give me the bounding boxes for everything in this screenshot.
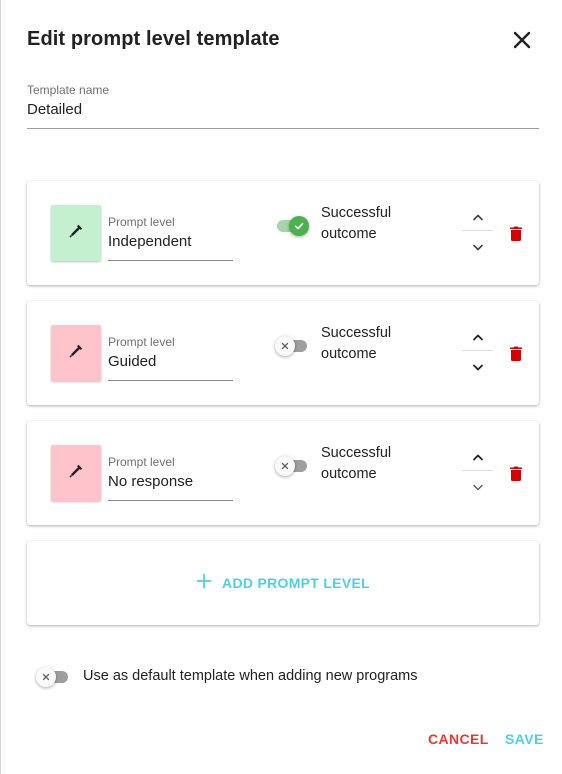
prompt-level-label: Prompt level — [108, 455, 175, 469]
prompt-level-field[interactable]: Prompt level No response — [108, 455, 233, 501]
delete-icon[interactable] — [506, 222, 526, 244]
prompt-level-field[interactable]: Prompt level Independent — [108, 215, 233, 261]
reorder-controls — [462, 323, 493, 385]
close-icon[interactable] — [509, 27, 535, 53]
prompt-level-field[interactable]: Prompt level Guided — [108, 335, 233, 381]
x-icon — [36, 667, 56, 687]
chevron-up-icon[interactable] — [462, 323, 493, 351]
delete-icon[interactable] — [506, 462, 526, 484]
x-icon — [275, 456, 295, 476]
color-picker-button[interactable] — [51, 325, 101, 381]
successful-outcome-label: Successful outcome — [321, 205, 392, 242]
default-template-toggle[interactable] — [36, 666, 70, 688]
prompt-level-card: Prompt level Independent Successful outc… — [27, 181, 539, 285]
prompt-level-card: Prompt level Guided Successful outcome — [27, 301, 539, 405]
chevron-up-icon[interactable] — [462, 443, 493, 471]
eyedropper-icon — [68, 463, 84, 484]
add-prompt-level-button[interactable]: ADD PROMPT LEVEL — [27, 541, 539, 625]
successful-outcome-toggle[interactable] — [275, 335, 309, 357]
successful-outcome-label: Successful outcome — [321, 325, 392, 362]
eyedropper-icon — [68, 223, 84, 244]
cancel-button[interactable]: CANCEL — [428, 731, 489, 747]
add-prompt-level-label: ADD PROMPT LEVEL — [222, 575, 370, 591]
default-template-row: Use as default template when adding new … — [36, 666, 456, 688]
reorder-controls — [462, 443, 493, 505]
chevron-down-icon[interactable] — [462, 354, 493, 382]
prompt-level-label: Prompt level — [108, 335, 175, 349]
check-icon — [289, 216, 309, 236]
successful-outcome-toggle[interactable] — [275, 215, 309, 237]
default-template-label: Use as default template when adding new … — [83, 668, 418, 684]
color-picker-button[interactable] — [51, 205, 101, 261]
x-icon — [275, 336, 295, 356]
delete-icon[interactable] — [506, 342, 526, 364]
template-name-input[interactable]: Detailed — [27, 101, 82, 118]
chevron-down-icon[interactable] — [462, 234, 493, 262]
successful-outcome-toggle[interactable] — [275, 455, 309, 477]
prompt-level-input[interactable]: Guided — [108, 353, 156, 370]
plus-icon — [196, 573, 212, 594]
save-button[interactable]: SAVE — [505, 731, 544, 747]
chevron-up-icon[interactable] — [462, 203, 493, 231]
chevron-down-icon[interactable] — [462, 474, 493, 502]
dialog-title: Edit prompt level template — [27, 28, 280, 50]
prompt-level-label: Prompt level — [108, 215, 175, 229]
prompt-level-input[interactable]: Independent — [108, 233, 191, 250]
successful-outcome-label: Successful outcome — [321, 445, 392, 482]
color-picker-button[interactable] — [51, 445, 101, 501]
prompt-level-input[interactable]: No response — [108, 473, 193, 490]
template-name-field[interactable]: Template name Detailed — [27, 82, 539, 129]
reorder-controls — [462, 203, 493, 265]
eyedropper-icon — [68, 343, 84, 364]
prompt-level-card: Prompt level No response Successful outc… — [27, 421, 539, 525]
template-name-label: Template name — [27, 83, 110, 97]
edit-template-dialog: Edit prompt level template Template name… — [0, 0, 562, 774]
